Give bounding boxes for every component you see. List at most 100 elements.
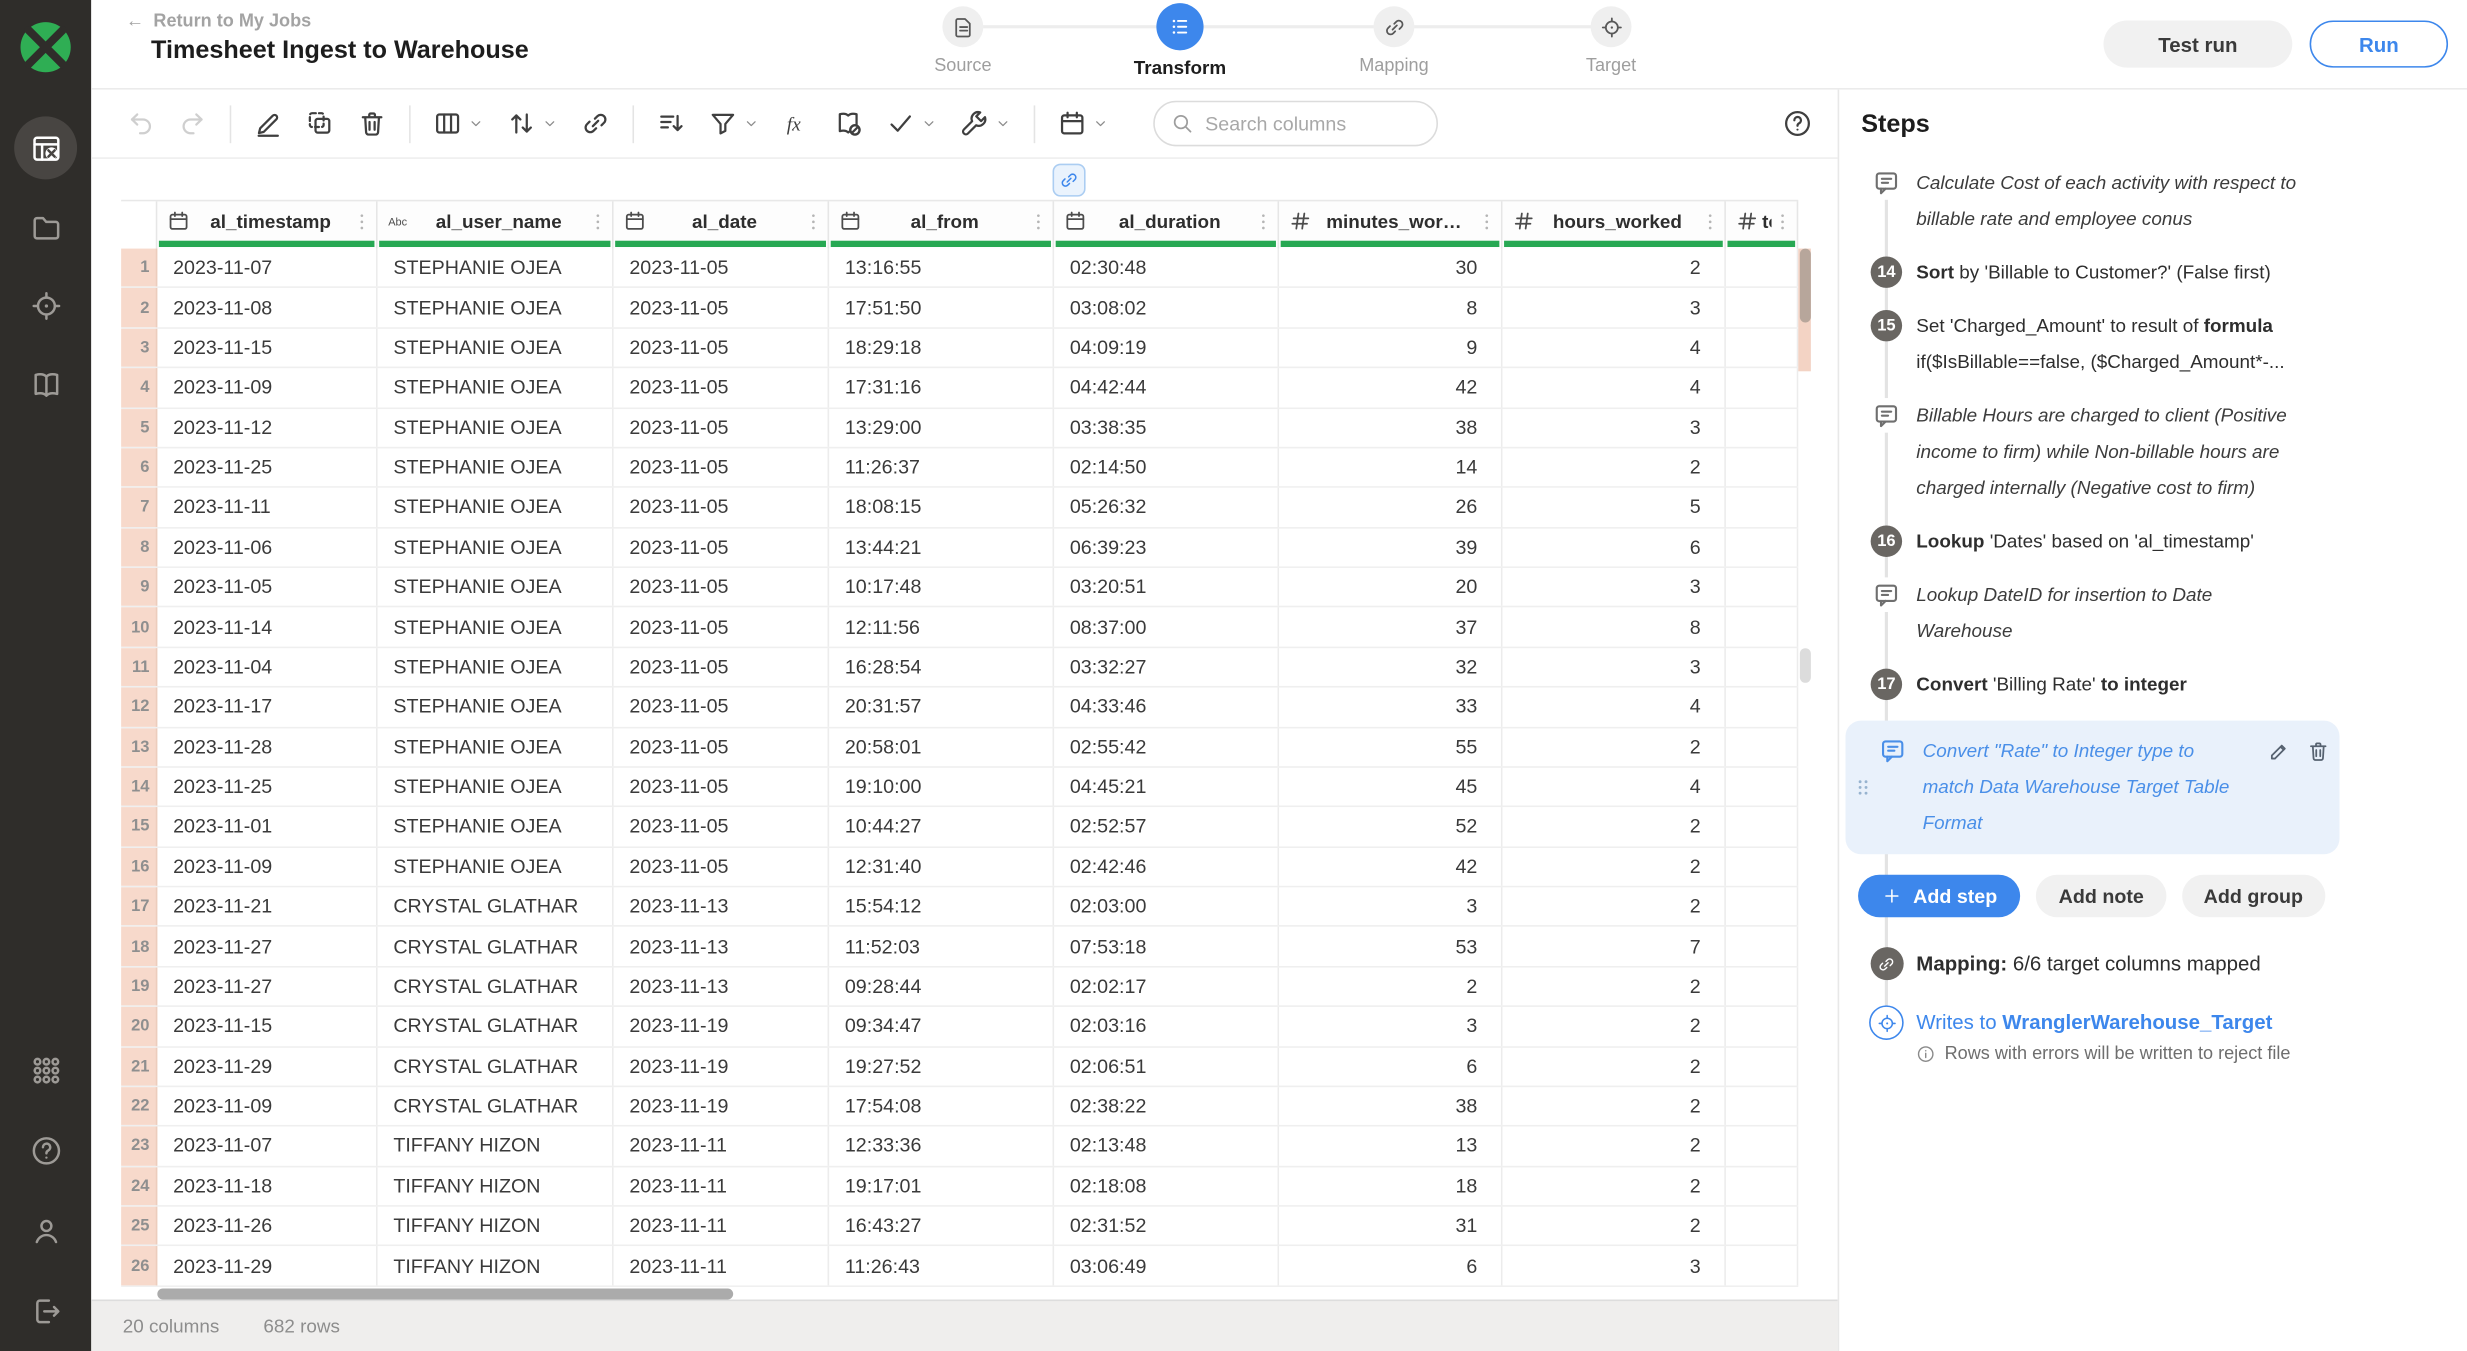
cell[interactable]: 2023-11-05 (614, 448, 830, 486)
cell[interactable]: 02:42:46 (1054, 847, 1279, 885)
column-header-al_user_name[interactable]: Abcal_user_name (378, 201, 614, 248)
cell[interactable]: 7 (1503, 927, 1726, 965)
row-number[interactable]: 16 (121, 847, 157, 885)
row-number[interactable]: 4 (121, 368, 157, 406)
cell[interactable]: 20:31:57 (829, 688, 1054, 726)
cell[interactable]: 09:34:47 (829, 1007, 1054, 1045)
cell[interactable] (1726, 807, 1798, 845)
stepper-transform-circle[interactable] (1156, 3, 1203, 50)
cell[interactable]: 2023-11-05 (614, 608, 830, 646)
cell[interactable]: 14 (1279, 448, 1502, 486)
cell[interactable]: 3 (1503, 289, 1726, 327)
cell[interactable]: 3 (1503, 408, 1726, 446)
column-menu-icon[interactable] (351, 210, 373, 232)
cell[interactable]: 2023-11-19 (614, 1087, 830, 1125)
cell[interactable]: 3 (1503, 568, 1726, 606)
cell[interactable]: 2023-11-13 (614, 967, 830, 1005)
step-item-15[interactable]: 15Set 'Charged_Amount' to result of form… (1839, 308, 2467, 380)
test-run-button[interactable]: Test run (2104, 20, 2293, 67)
cell[interactable]: 2023-11-01 (157, 807, 377, 845)
cell[interactable]: 2023-11-25 (157, 768, 377, 806)
cell[interactable] (1726, 1207, 1798, 1245)
column-header-minutes_wor[interactable]: minutes_wor… (1279, 201, 1502, 248)
cell[interactable]: 18 (1279, 1167, 1502, 1205)
cell[interactable]: 13:44:21 (829, 528, 1054, 566)
cell[interactable]: 2023-11-11 (614, 1167, 830, 1205)
cell[interactable]: 2023-11-05 (614, 728, 830, 766)
cell[interactable]: 2 (1503, 249, 1726, 287)
cell[interactable]: STEPHANIE OJEA (378, 728, 614, 766)
cell[interactable]: 2023-11-25 (157, 448, 377, 486)
cell[interactable]: 2023-11-04 (157, 648, 377, 686)
cell[interactable]: 42 (1279, 847, 1502, 885)
cell[interactable]: TIFFANY HIZON (378, 1167, 614, 1205)
help-icon[interactable] (1783, 109, 1813, 139)
row-number[interactable]: 22 (121, 1087, 157, 1125)
cell[interactable]: 11:26:43 (829, 1247, 1054, 1285)
cell[interactable]: 2023-11-05 (157, 568, 377, 606)
cell[interactable]: 30 (1279, 249, 1502, 287)
cell[interactable]: 26 (1279, 488, 1502, 526)
cell[interactable]: 18:08:15 (829, 488, 1054, 526)
cell[interactable] (1726, 528, 1798, 566)
note-item[interactable]: Calculate Cost of each activity with res… (1839, 165, 2467, 237)
cell[interactable]: 31 (1279, 1207, 1502, 1245)
cell[interactable]: STEPHANIE OJEA (378, 807, 614, 845)
cell[interactable]: 2023-11-05 (614, 368, 830, 406)
mapping-summary[interactable]: Mapping: 6/6 target columns mapped (1839, 947, 2467, 980)
cell[interactable] (1726, 887, 1798, 925)
cell[interactable]: STEPHANIE OJEA (378, 249, 614, 287)
column-menu-icon[interactable] (1476, 210, 1498, 232)
cell[interactable] (1726, 368, 1798, 406)
cell[interactable]: 2023-11-05 (614, 847, 830, 885)
delete-trash-icon[interactable] (2306, 739, 2330, 841)
cell[interactable]: 12:33:36 (829, 1127, 1054, 1165)
cell[interactable]: 02:03:16 (1054, 1007, 1279, 1045)
column-menu-icon[interactable] (1772, 210, 1794, 232)
cell[interactable]: 45 (1279, 768, 1502, 806)
cell[interactable]: 12:31:40 (829, 847, 1054, 885)
cell[interactable]: 02:38:22 (1054, 1087, 1279, 1125)
row-number[interactable]: 1 (121, 249, 157, 287)
cell[interactable]: 04:09:19 (1054, 328, 1279, 366)
cell[interactable]: STEPHANIE OJEA (378, 688, 614, 726)
add-note-button[interactable]: Add note (2037, 875, 2166, 917)
cell[interactable] (1726, 249, 1798, 287)
cell[interactable]: 2023-11-28 (157, 728, 377, 766)
search-columns-input[interactable] (1205, 112, 1421, 134)
cell[interactable]: 2023-11-15 (157, 1007, 377, 1045)
cell[interactable]: 02:52:57 (1054, 807, 1279, 845)
cell[interactable]: 2 (1503, 847, 1726, 885)
cell[interactable]: 10:17:48 (829, 568, 1054, 606)
row-number[interactable]: 8 (121, 528, 157, 566)
step-item-17[interactable]: 17Convert 'Billing Rate' to integer (1839, 667, 2467, 703)
cell[interactable]: 2 (1279, 967, 1502, 1005)
cell[interactable] (1726, 408, 1798, 446)
cell[interactable]: 11:52:03 (829, 927, 1054, 965)
step-item-16[interactable]: 16Lookup 'Dates' based on 'al_timestamp' (1839, 524, 2467, 560)
cell[interactable]: 02:55:42 (1054, 728, 1279, 766)
cell[interactable] (1726, 1087, 1798, 1125)
sidebar-item-wrangler-table[interactable] (14, 116, 77, 179)
cell[interactable] (1726, 448, 1798, 486)
vertical-scrollbar-thumb[interactable] (1799, 249, 1810, 323)
cell[interactable]: 2023-11-09 (157, 847, 377, 885)
cell[interactable]: STEPHANIE OJEA (378, 328, 614, 366)
add-step-button[interactable]: Add step (1858, 875, 2021, 917)
cell[interactable] (1726, 967, 1798, 1005)
cell[interactable]: 04:45:21 (1054, 768, 1279, 806)
cell[interactable]: 2023-11-19 (614, 1047, 830, 1085)
cell[interactable]: 16:28:54 (829, 648, 1054, 686)
cell[interactable]: 2023-11-13 (614, 927, 830, 965)
swap-sort-button[interactable] (507, 103, 559, 144)
cell[interactable] (1726, 568, 1798, 606)
cell[interactable]: 2 (1503, 448, 1726, 486)
cell[interactable]: 2023-11-07 (157, 249, 377, 287)
cell[interactable]: 2023-11-14 (157, 608, 377, 646)
cell[interactable]: 2023-11-05 (614, 688, 830, 726)
cell[interactable]: 02:31:52 (1054, 1207, 1279, 1245)
cell[interactable]: 2023-11-19 (614, 1007, 830, 1045)
cell[interactable]: 2023-11-21 (157, 887, 377, 925)
cell[interactable]: 05:26:32 (1054, 488, 1279, 526)
cell[interactable]: 8 (1503, 608, 1726, 646)
